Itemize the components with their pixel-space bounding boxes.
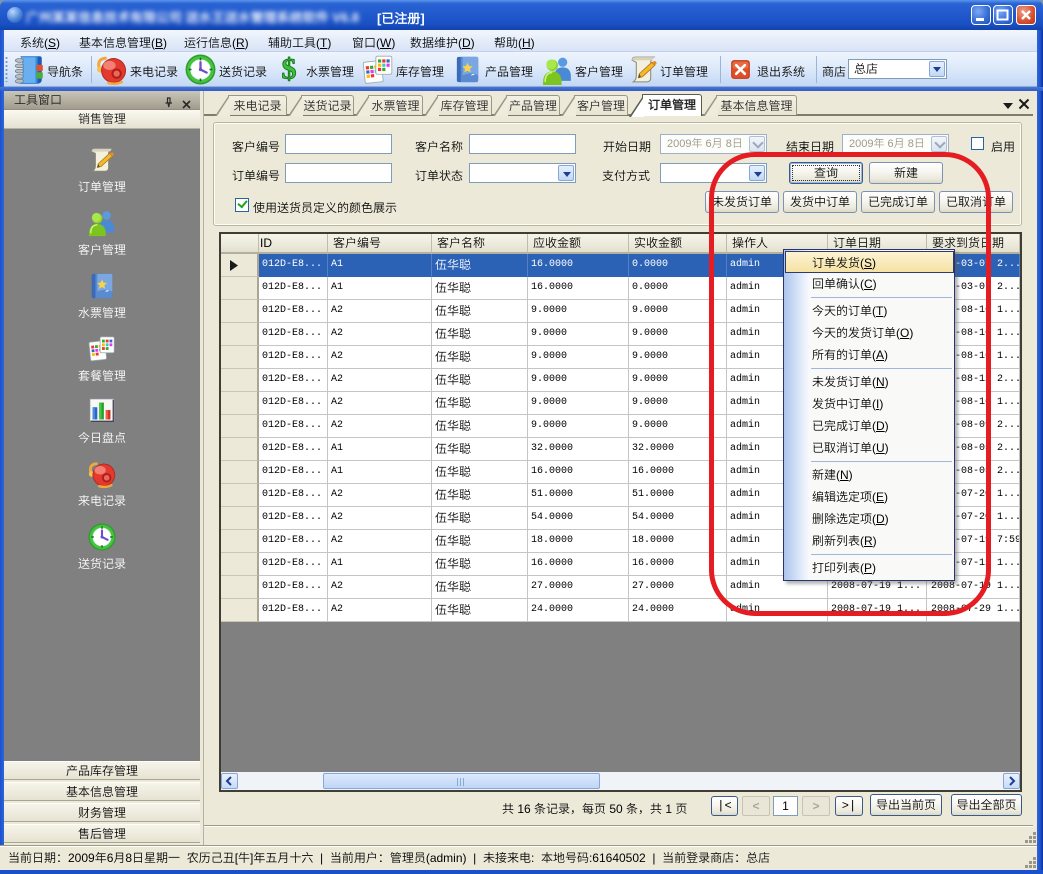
svg-text:$: $ xyxy=(282,53,297,83)
